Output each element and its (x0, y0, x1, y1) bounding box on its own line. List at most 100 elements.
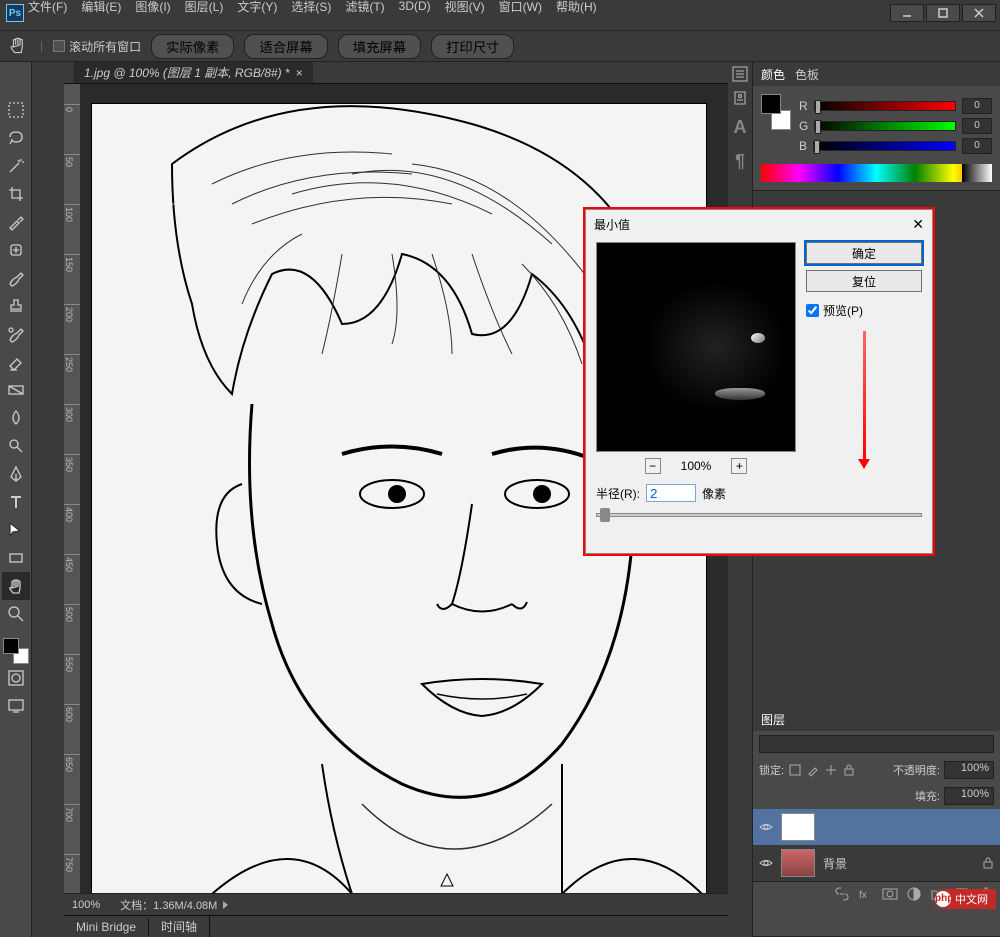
document-tab[interactable]: 1.jpg @ 100% (图层 1 副本, RGB/8#) * × (74, 62, 313, 83)
quickmask-tool[interactable] (2, 664, 30, 692)
lasso-tool[interactable] (2, 124, 30, 152)
color-swatch[interactable] (3, 638, 29, 664)
lock-pos-icon[interactable] (824, 763, 838, 777)
slider-b[interactable] (813, 141, 956, 151)
dodge-tool[interactable] (2, 432, 30, 460)
blend-mode-select[interactable] (759, 735, 994, 753)
menu-filter[interactable]: 滤镜(T) (345, 0, 384, 15)
reset-button[interactable]: 复位 (806, 270, 922, 292)
spectrum-bar[interactable] (761, 164, 992, 182)
history-panel-icon[interactable] (728, 62, 752, 86)
opacity-input[interactable]: 100% (944, 761, 994, 779)
lock-all-icon[interactable] (842, 763, 856, 777)
marquee-tool[interactable] (2, 96, 30, 124)
actual-pixels-button[interactable]: 实际像素 (151, 34, 234, 59)
value-g[interactable]: 0 (962, 118, 992, 134)
value-r[interactable]: 0 (962, 98, 992, 114)
tab-timeline[interactable]: 时间轴 (149, 916, 210, 937)
menu-3d[interactable]: 3D(D) (399, 0, 431, 13)
eraser-tool[interactable] (2, 348, 30, 376)
tab-color[interactable]: 颜色 (761, 66, 785, 83)
path-tool[interactable] (2, 516, 30, 544)
shape-tool[interactable] (2, 544, 30, 572)
blur-tool[interactable] (2, 404, 30, 432)
brush-tool[interactable] (2, 264, 30, 292)
slider-g[interactable] (814, 121, 956, 131)
lock-label: 锁定: (759, 762, 784, 778)
zoom-out-button[interactable]: − (645, 458, 661, 474)
zoom-display[interactable]: 100% (72, 899, 100, 911)
heal-tool[interactable] (2, 236, 30, 264)
svg-text:fx: fx (859, 890, 867, 901)
menu-view[interactable]: 视图(V) (445, 0, 485, 15)
slider-r[interactable] (814, 101, 956, 111)
bottom-tabs: Mini Bridge 时间轴 (64, 915, 728, 937)
visibility-icon[interactable] (759, 856, 773, 870)
dialog-titlebar[interactable]: 最小值 ✕ (586, 210, 932, 238)
stamp-tool[interactable] (2, 292, 30, 320)
menu-help[interactable]: 帮助(H) (556, 0, 597, 15)
pen-tool[interactable] (2, 460, 30, 488)
menu-layer[interactable]: 图层(L) (185, 0, 224, 15)
close-tab-icon[interactable]: × (296, 66, 303, 80)
fit-screen-button[interactable]: 适合屏幕 (244, 34, 327, 59)
crop-tool[interactable] (2, 180, 30, 208)
dialog-preview[interactable] (596, 242, 796, 452)
tab-swatches[interactable]: 色板 (795, 66, 819, 83)
screenmode-tool[interactable] (2, 692, 30, 720)
lock-trans-icon[interactable] (788, 763, 802, 777)
gradient-tool[interactable] (2, 376, 30, 404)
eyedropper-tool[interactable] (2, 208, 30, 236)
character-panel-icon[interactable]: A (728, 110, 752, 144)
history-brush-tool[interactable] (2, 320, 30, 348)
menu-type[interactable]: 文字(Y) (237, 0, 277, 15)
wand-tool[interactable] (2, 152, 30, 180)
paragraph-panel-icon[interactable]: ¶ (728, 144, 752, 178)
doc-info-menu-icon[interactable] (223, 901, 228, 909)
fill-screen-button[interactable]: 填充屏幕 (338, 34, 421, 59)
ruler-vertical[interactable]: 0501001502002503003504004505005506006507… (64, 100, 80, 893)
annotation-arrow (863, 331, 866, 461)
mask-icon[interactable] (882, 886, 898, 902)
menu-image[interactable]: 图像(I) (135, 0, 170, 15)
menu-select[interactable]: 选择(S) (291, 0, 331, 15)
ruler-origin[interactable] (64, 84, 80, 100)
zoom-tool[interactable] (2, 600, 30, 628)
menu-window[interactable]: 窗口(W) (499, 0, 542, 15)
layer-row[interactable] (753, 809, 1000, 845)
properties-panel-icon[interactable] (728, 86, 752, 110)
layer-thumb (781, 849, 815, 877)
value-b[interactable]: 0 (962, 138, 992, 154)
radius-label: 半径(R): (596, 485, 640, 502)
scroll-all-checkbox[interactable]: 滚动所有窗口 (53, 38, 141, 55)
layer-name[interactable]: 背景 (823, 855, 847, 872)
tab-layers[interactable]: 图层 (761, 711, 785, 728)
radius-slider[interactable] (596, 508, 922, 522)
doc-info[interactable]: 文档：1.36M/4.08M (120, 897, 217, 913)
preview-checkbox[interactable]: 预览(P) (806, 302, 922, 319)
ok-button[interactable]: 确定 (806, 242, 922, 264)
visibility-icon[interactable] (759, 820, 773, 834)
menu-edit[interactable]: 编辑(E) (81, 0, 121, 15)
type-tool[interactable] (2, 488, 30, 516)
radius-input[interactable] (646, 484, 696, 502)
lock-pixel-icon[interactable] (806, 763, 820, 777)
layer-row[interactable]: 背景 (753, 845, 1000, 881)
minimize-button[interactable] (890, 4, 924, 22)
fx-icon[interactable]: fx (858, 886, 874, 902)
fill-input[interactable]: 100% (944, 787, 994, 805)
dialog-close-icon[interactable]: ✕ (912, 216, 924, 233)
close-window-button[interactable] (962, 4, 996, 22)
adjust-icon[interactable] (906, 886, 922, 902)
hand-tool[interactable] (2, 572, 30, 600)
color-picker-swatch[interactable] (761, 94, 791, 130)
maximize-button[interactable] (926, 4, 960, 22)
option-bar: | 滚动所有窗口 实际像素 适合屏幕 填充屏幕 打印尺寸 (0, 30, 1000, 62)
link-icon[interactable] (834, 886, 850, 902)
tab-mini-bridge[interactable]: Mini Bridge (64, 918, 149, 936)
zoom-in-button[interactable]: + (731, 458, 747, 474)
print-size-button[interactable]: 打印尺寸 (431, 34, 514, 59)
tool-presets-column (32, 62, 64, 937)
move-tool[interactable] (2, 68, 30, 96)
menu-file[interactable]: 文件(F) (28, 0, 67, 15)
